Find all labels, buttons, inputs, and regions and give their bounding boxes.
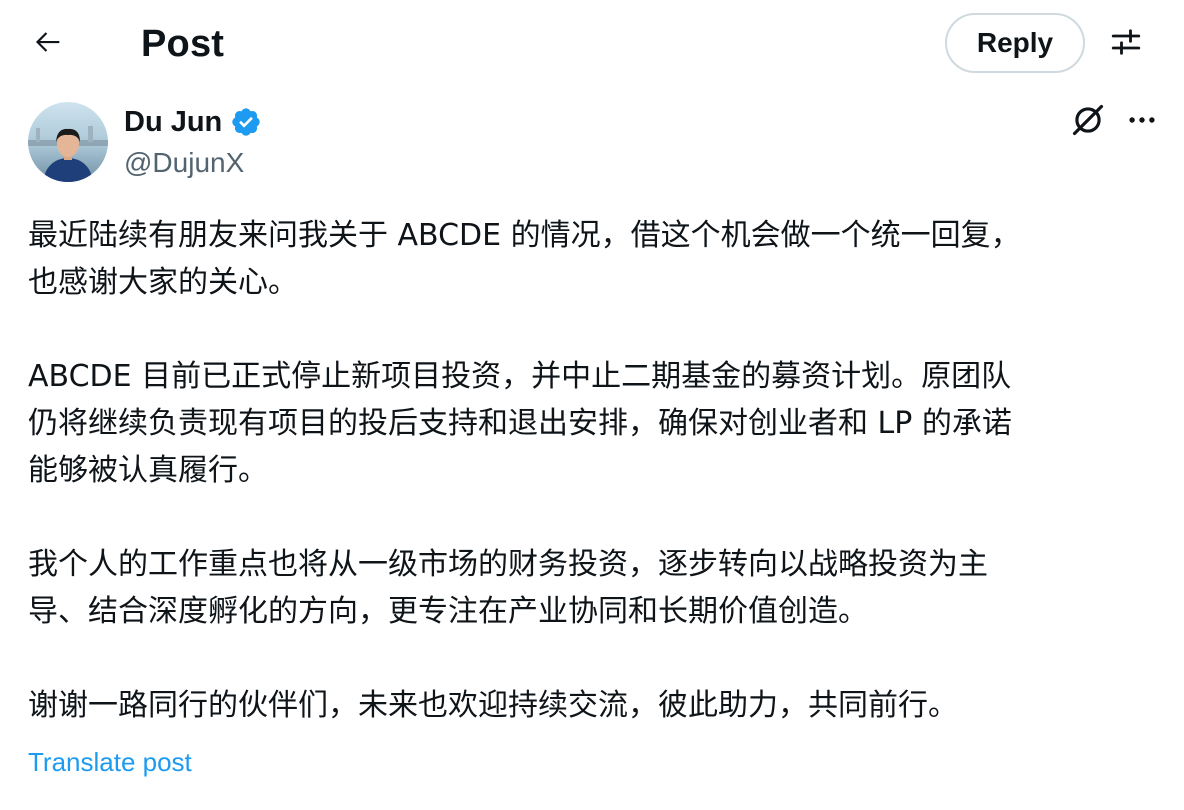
sliders-icon xyxy=(1108,24,1144,64)
post-text-line: 仍将继续负责现有项目的投后支持和退出安排，确保对创业者和 LP 的承诺 xyxy=(28,406,1012,441)
author-handle[interactable]: @DujunX xyxy=(124,143,244,183)
post-paragraph: ABCDE 目前已正式停止新项目投资，并中止二期基金的募资计划。原团队 仍将继续… xyxy=(28,353,1158,494)
verified-badge-icon[interactable] xyxy=(230,106,262,138)
arrow-left-icon xyxy=(31,25,65,63)
post-text-line: 导、结合深度孵化的方向，更专注在产业协同和长期价值创造。 xyxy=(28,594,868,629)
author-name[interactable]: Du Jun xyxy=(124,102,262,142)
post-text-line: 最近陆续有朋友来问我关于 ABCDE 的情况，借这个机会做一个统一回复， xyxy=(28,218,1021,253)
grok-icon xyxy=(1069,101,1107,143)
post-text-line: ABCDE 目前已正式停止新项目投资，并中止二期基金的募资计划。原团队 xyxy=(28,359,1012,394)
grok-button[interactable] xyxy=(1066,100,1110,144)
page-title: Post xyxy=(141,23,225,65)
post-paragraph: 我个人的工作重点也将从一级市场的财务投资，逐步转向以战略投资为主 导、结合深度孵… xyxy=(28,541,1158,635)
post-text-line: 我个人的工作重点也将从一级市场的财务投资，逐步转向以战略投资为主 xyxy=(28,547,988,582)
author-name-text: Du Jun xyxy=(124,106,223,138)
post-text-line: 也感谢大家的关心。 xyxy=(28,265,298,300)
post-text: 最近陆续有朋友来问我关于 ABCDE 的情况，借这个机会做一个统一回复， 也感谢… xyxy=(28,212,1158,729)
post-page: Post Reply Du Jun @DujunX 最近陆续有朋友来问我关于 A… xyxy=(0,0,1184,810)
settings-button[interactable] xyxy=(1104,22,1148,66)
post-text-line: 能够被认真履行。 xyxy=(28,453,268,488)
post-text-line: 谢谢一路同行的伙伴们，未来也欢迎持续交流，彼此助力，共同前行。 xyxy=(28,688,958,723)
more-button[interactable] xyxy=(1120,100,1164,144)
post-paragraph: 谢谢一路同行的伙伴们，未来也欢迎持续交流，彼此助力，共同前行。 xyxy=(28,682,1158,729)
post-paragraph: 最近陆续有朋友来问我关于 ABCDE 的情况，借这个机会做一个统一回复， 也感谢… xyxy=(28,212,1158,306)
back-button[interactable] xyxy=(22,20,74,68)
more-dots-icon xyxy=(1125,103,1159,141)
translate-post-link[interactable]: Translate post xyxy=(28,744,192,780)
avatar[interactable] xyxy=(28,102,108,182)
reply-button[interactable]: Reply xyxy=(945,13,1085,73)
